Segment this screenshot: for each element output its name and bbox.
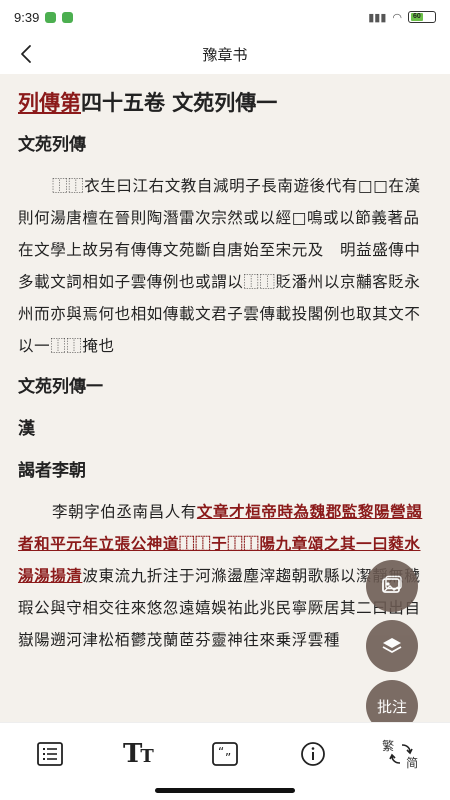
paragraph-2-text-a: 李朝字伯丞南昌人有 [52, 503, 197, 521]
status-right: ▮▮▮ ◠ 60 [368, 11, 436, 24]
quote-icon: “ ” [212, 741, 238, 766]
page-title: 豫章书 [202, 45, 248, 64]
text-size-icon: TT [123, 738, 154, 769]
section-heading-2: 文苑列傳一 [18, 377, 103, 397]
paragraph-1: ⿰⿰衣生曰江右文教自減明子長南遊後代有□□在漢則何湯唐檀在晉則陶潛雷次宗然或以經… [18, 177, 421, 355]
battery-level: 60 [411, 13, 423, 21]
image-button[interactable] [366, 560, 418, 612]
info-button[interactable] [285, 732, 341, 776]
annotate-label: 批注 [376, 697, 407, 716]
app-notification-icon [45, 11, 57, 23]
convert-icon: 繁 简 [380, 737, 420, 771]
layers-button[interactable] [366, 620, 418, 672]
status-bar: 9:39 ▮▮▮ ◠ 60 [0, 0, 450, 34]
wifi-icon: ◠ [392, 11, 402, 24]
heading-link[interactable]: 列傳第 [18, 90, 81, 115]
signal-icon: ▮▮▮ [368, 11, 387, 24]
list-icon [36, 741, 63, 766]
simp-label: 简 [406, 755, 419, 770]
svg-text:”: ” [225, 751, 231, 765]
section-heading-4: 謁者李朝 [18, 461, 86, 481]
home-indicator[interactable] [155, 788, 295, 793]
battery-icon: 60 [408, 11, 436, 23]
image-icon [382, 575, 402, 593]
heading-text: 四十五卷 文苑列傳一 [81, 90, 278, 115]
font-size-button[interactable]: TT [109, 732, 165, 776]
quote-button[interactable]: “ ” [197, 732, 253, 776]
section-heading-3: 漢 [18, 419, 35, 439]
chapter-heading: 列傳第四十五卷 文苑列傳一 [18, 86, 432, 120]
info-icon [300, 741, 325, 766]
svg-text:“: “ [218, 745, 224, 759]
section-heading-1: 文苑列傳 [18, 135, 86, 155]
convert-button[interactable]: 繁 简 [372, 732, 428, 776]
layers-icon [382, 638, 402, 653]
toc-button[interactable] [22, 732, 78, 776]
app-notification-icon-2 [62, 11, 74, 23]
nav-bar: 豫章书 [0, 34, 450, 74]
bottom-toolbar: TT “ ” 繁 简 [0, 722, 450, 784]
status-time: 9:39 [14, 9, 40, 25]
back-arrow-icon[interactable] [14, 40, 42, 68]
